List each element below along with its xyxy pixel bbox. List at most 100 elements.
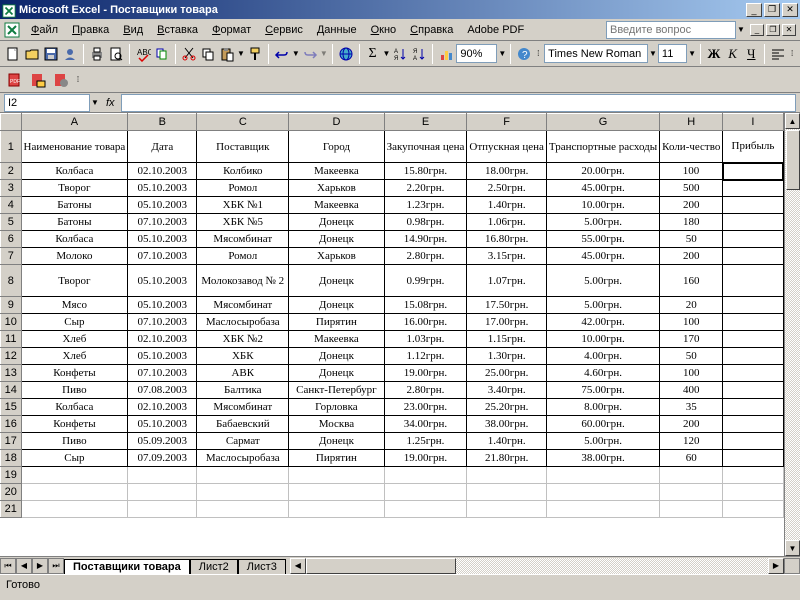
cell[interactable]: 15.08грн.: [384, 297, 467, 314]
cell[interactable]: 180: [660, 214, 723, 231]
cell[interactable]: Харьков: [289, 248, 384, 265]
cell[interactable]: 14.90грн.: [384, 231, 467, 248]
col-header[interactable]: G: [546, 114, 659, 131]
scroll-thumb[interactable]: [786, 130, 800, 190]
cell[interactable]: 25.00грн.: [467, 365, 546, 382]
cell[interactable]: Бабаевский: [197, 416, 289, 433]
cell[interactable]: [723, 231, 783, 248]
cell[interactable]: [723, 180, 783, 197]
cell[interactable]: 05.10.2003: [128, 265, 197, 297]
cell[interactable]: [660, 484, 723, 501]
cell[interactable]: [128, 501, 197, 518]
cell[interactable]: [723, 214, 783, 231]
cell[interactable]: 5.00грн.: [546, 265, 659, 297]
close-button[interactable]: ✕: [782, 3, 798, 17]
toolbar2-options-icon[interactable]: ⁞: [788, 49, 796, 58]
doc-minimize-button[interactable]: _: [750, 24, 764, 36]
cell[interactable]: Творог: [21, 265, 128, 297]
cell[interactable]: 100: [660, 365, 723, 382]
fontsize-select[interactable]: 11: [658, 44, 687, 63]
zoom-input[interactable]: 90%: [456, 44, 497, 63]
cell[interactable]: 100: [660, 314, 723, 331]
hscroll-right-button[interactable]: ▶: [768, 558, 784, 574]
cell[interactable]: 05.10.2003: [128, 180, 197, 197]
cell[interactable]: 02.10.2003: [128, 163, 197, 180]
research-button[interactable]: [153, 43, 171, 65]
col-header[interactable]: H: [660, 114, 723, 131]
cell[interactable]: Поставщик: [197, 131, 289, 163]
sheet-tab[interactable]: Лист3: [238, 559, 286, 574]
vertical-scrollbar[interactable]: ▲ ▼: [784, 113, 800, 556]
cell[interactable]: ХБК: [197, 348, 289, 365]
cell[interactable]: [384, 467, 467, 484]
cell[interactable]: 38.00грн.: [546, 450, 659, 467]
cell[interactable]: 35: [660, 399, 723, 416]
cell[interactable]: [723, 382, 783, 399]
cell[interactable]: 1.03грн.: [384, 331, 467, 348]
cell[interactable]: 02.10.2003: [128, 399, 197, 416]
cell[interactable]: [128, 467, 197, 484]
cell[interactable]: Макеевка: [289, 197, 384, 214]
cell[interactable]: 05.09.2003: [128, 433, 197, 450]
row-header[interactable]: 1: [1, 131, 22, 163]
menu-файл[interactable]: Файл: [24, 22, 65, 38]
new-button[interactable]: [4, 43, 22, 65]
cell[interactable]: 120: [660, 433, 723, 450]
row-header[interactable]: 5: [1, 214, 22, 231]
cell[interactable]: Сармат: [197, 433, 289, 450]
cell[interactable]: [723, 297, 783, 314]
cell[interactable]: Пирятин: [289, 314, 384, 331]
cell[interactable]: 17.00грн.: [467, 314, 546, 331]
cell[interactable]: Творог: [21, 180, 128, 197]
cell[interactable]: Маслосыробаза: [197, 450, 289, 467]
row-header[interactable]: 7: [1, 248, 22, 265]
cell[interactable]: 500: [660, 180, 723, 197]
cell[interactable]: 1.25грн.: [384, 433, 467, 450]
cell[interactable]: Колбаса: [21, 231, 128, 248]
cell[interactable]: 5.00грн.: [546, 214, 659, 231]
row-header[interactable]: 17: [1, 433, 22, 450]
menu-формат[interactable]: Формат: [205, 22, 258, 38]
cell[interactable]: Макеевка: [289, 163, 384, 180]
cell[interactable]: Москва: [289, 416, 384, 433]
cell[interactable]: [546, 467, 659, 484]
help-dropdown-icon[interactable]: ▼: [736, 25, 746, 34]
cell[interactable]: 4.00грн.: [546, 348, 659, 365]
name-box[interactable]: I2: [4, 94, 90, 112]
font-dropdown-icon[interactable]: ▼: [649, 49, 657, 58]
cell[interactable]: 8.00грн.: [546, 399, 659, 416]
cell[interactable]: 1.07грн.: [467, 265, 546, 297]
cell[interactable]: 16.00грн.: [384, 314, 467, 331]
spellcheck-button[interactable]: ABC: [134, 43, 152, 65]
cell[interactable]: Донецк: [289, 214, 384, 231]
cell[interactable]: [723, 450, 783, 467]
cell[interactable]: [467, 484, 546, 501]
cell[interactable]: Отпускная цена: [467, 131, 546, 163]
cell[interactable]: 42.00грн.: [546, 314, 659, 331]
cell[interactable]: 18.00грн.: [467, 163, 546, 180]
zoom-dropdown-icon[interactable]: ▼: [498, 49, 506, 58]
undo-button[interactable]: [273, 43, 291, 65]
sheet-last-button[interactable]: ⏭: [48, 558, 64, 574]
row-header[interactable]: 21: [1, 501, 22, 518]
cell[interactable]: АВК: [197, 365, 289, 382]
row-header[interactable]: 18: [1, 450, 22, 467]
col-header[interactable]: F: [467, 114, 546, 131]
menu-вид[interactable]: Вид: [116, 22, 150, 38]
cell[interactable]: [128, 484, 197, 501]
copy-button[interactable]: [199, 43, 217, 65]
cell[interactable]: Наименование товара: [21, 131, 128, 163]
cell[interactable]: Хлеб: [21, 348, 128, 365]
cell[interactable]: [197, 501, 289, 518]
open-button[interactable]: [23, 43, 41, 65]
spreadsheet-grid[interactable]: ABCDEFGHI1Наименование товараДатаПоставщ…: [0, 113, 784, 518]
paste-button[interactable]: [218, 43, 236, 65]
cell[interactable]: 25.20грн.: [467, 399, 546, 416]
col-header[interactable]: B: [128, 114, 197, 131]
cell[interactable]: 5.00грн.: [546, 433, 659, 450]
cell[interactable]: 1.30грн.: [467, 348, 546, 365]
chart-button[interactable]: [437, 43, 455, 65]
pdf-email-button[interactable]: [27, 69, 49, 91]
fontsize-dropdown-icon[interactable]: ▼: [688, 49, 696, 58]
cell[interactable]: 50: [660, 231, 723, 248]
